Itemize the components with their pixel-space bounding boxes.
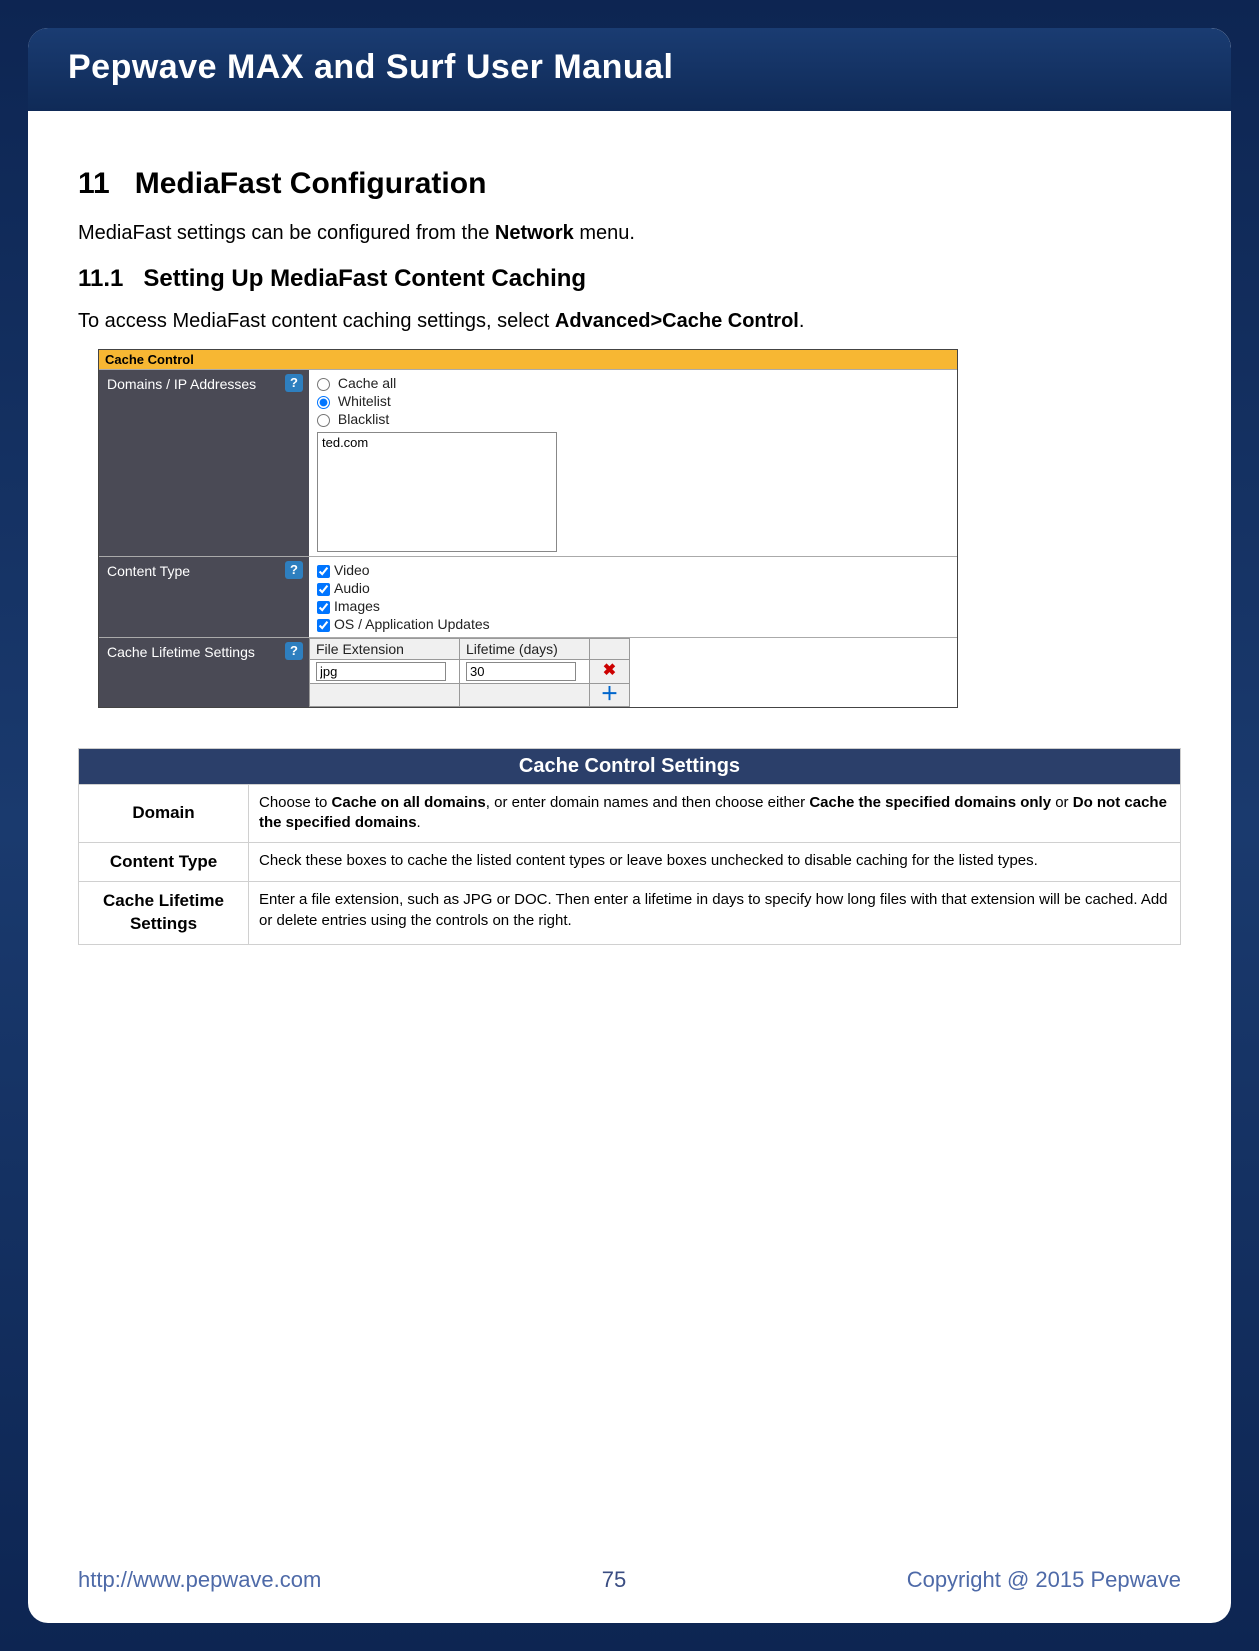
check-video[interactable]: Video <box>317 561 949 579</box>
check-images-input[interactable] <box>317 601 330 614</box>
cache-control-screenshot: Cache Control Domains / IP Addresses ? C… <box>98 349 958 708</box>
lifetime-table: File Extension Lifetime (days) ✖ <box>309 638 630 707</box>
row-content-type: Content Type ? Video Audio Images OS / A… <box>99 556 957 637</box>
settings-row-domain: Domain Choose to Cache on all domains, o… <box>79 785 1181 843</box>
row-lifetime: Cache Lifetime Settings ? File Extension… <box>99 637 957 707</box>
label-lifetime: Cache Lifetime Settings ? <box>99 638 309 707</box>
settings-val-domain: Choose to Cache on all domains, or enter… <box>249 785 1181 843</box>
radio-blacklist-input[interactable] <box>317 414 330 427</box>
label-content-type: Content Type ? <box>99 557 309 637</box>
settings-key-lifetime: Cache Lifetime Settings <box>79 882 249 945</box>
help-icon[interactable]: ? <box>285 374 303 392</box>
days-input[interactable] <box>466 662 576 681</box>
settings-row-lifetime: Cache Lifetime Settings Enter a file ext… <box>79 882 1181 945</box>
content-area: 11 MediaFast Configuration MediaFast set… <box>28 111 1231 945</box>
intro-paragraph-1: MediaFast settings can be configured fro… <box>78 219 1181 247</box>
footer-copyright: Copyright @ 2015 Pepwave <box>907 1567 1181 1593</box>
field-lifetime: File Extension Lifetime (days) ✖ <box>309 638 957 707</box>
col-lifetime-days: Lifetime (days) <box>460 639 590 660</box>
settings-row-content-type: Content Type Check these boxes to cache … <box>79 842 1181 882</box>
radio-blacklist[interactable]: Blacklist <box>317 410 949 428</box>
section-number: 11 <box>78 167 110 200</box>
check-audio[interactable]: Audio <box>317 579 949 597</box>
intro-paragraph-2: To access MediaFast content caching sett… <box>78 307 1181 335</box>
panel-title: Cache Control <box>99 350 957 369</box>
settings-caption: Cache Control Settings <box>79 749 1181 785</box>
document-header: Pepwave MAX and Surf User Manual <box>28 28 1231 111</box>
radio-cache-all-input[interactable] <box>317 378 330 391</box>
radio-cache-all[interactable]: Cache all <box>317 374 949 392</box>
section-title: MediaFast Configuration <box>135 167 487 200</box>
section-heading: 11 MediaFast Configuration <box>78 167 1181 201</box>
subsection-heading: 11.1 Setting Up MediaFast Content Cachin… <box>78 265 1181 293</box>
subsection-title: Setting Up MediaFast Content Caching <box>143 265 586 292</box>
label-domains: Domains / IP Addresses ? <box>99 370 309 556</box>
page-footer: http://www.pepwave.com 75 Copyright @ 20… <box>78 1567 1181 1593</box>
radio-whitelist[interactable]: Whitelist <box>317 392 949 410</box>
settings-key-domain: Domain <box>79 785 249 843</box>
check-audio-input[interactable] <box>317 583 330 596</box>
footer-url: http://www.pepwave.com <box>78 1567 321 1593</box>
footer-page: 75 <box>602 1567 626 1593</box>
col-file-ext: File Extension <box>310 639 460 660</box>
check-os-updates[interactable]: OS / Application Updates <box>317 615 949 633</box>
row-domains: Domains / IP Addresses ? Cache all White… <box>99 369 957 556</box>
help-icon[interactable]: ? <box>285 561 303 579</box>
check-images[interactable]: Images <box>317 597 949 615</box>
radio-whitelist-input[interactable] <box>317 396 330 409</box>
check-video-input[interactable] <box>317 565 330 578</box>
lifetime-add-row: ＋ <box>310 684 630 707</box>
domains-textarea[interactable]: ted.com <box>317 432 557 552</box>
page-frame: Pepwave MAX and Surf User Manual 11 Medi… <box>0 0 1259 1651</box>
document-title: Pepwave MAX and Surf User Manual <box>68 48 1191 87</box>
subsection-number: 11.1 <box>78 265 123 292</box>
settings-val-lifetime: Enter a file extension, such as JPG or D… <box>249 882 1181 945</box>
cache-control-settings-table: Cache Control Settings Domain Choose to … <box>78 748 1181 945</box>
page-body: Pepwave MAX and Surf User Manual 11 Medi… <box>28 28 1231 1623</box>
settings-val-content-type: Check these boxes to cache the listed co… <box>249 842 1181 882</box>
field-content-type: Video Audio Images OS / Application Upda… <box>309 557 957 637</box>
lifetime-row: ✖ <box>310 660 630 684</box>
add-row-icon[interactable]: ＋ <box>601 686 619 704</box>
check-os-updates-input[interactable] <box>317 619 330 632</box>
delete-row-icon[interactable]: ✖ <box>601 663 619 681</box>
settings-key-content-type: Content Type <box>79 842 249 882</box>
field-domains: Cache all Whitelist Blacklist ted.com <box>309 370 957 556</box>
ext-input[interactable] <box>316 662 446 681</box>
help-icon[interactable]: ? <box>285 642 303 660</box>
